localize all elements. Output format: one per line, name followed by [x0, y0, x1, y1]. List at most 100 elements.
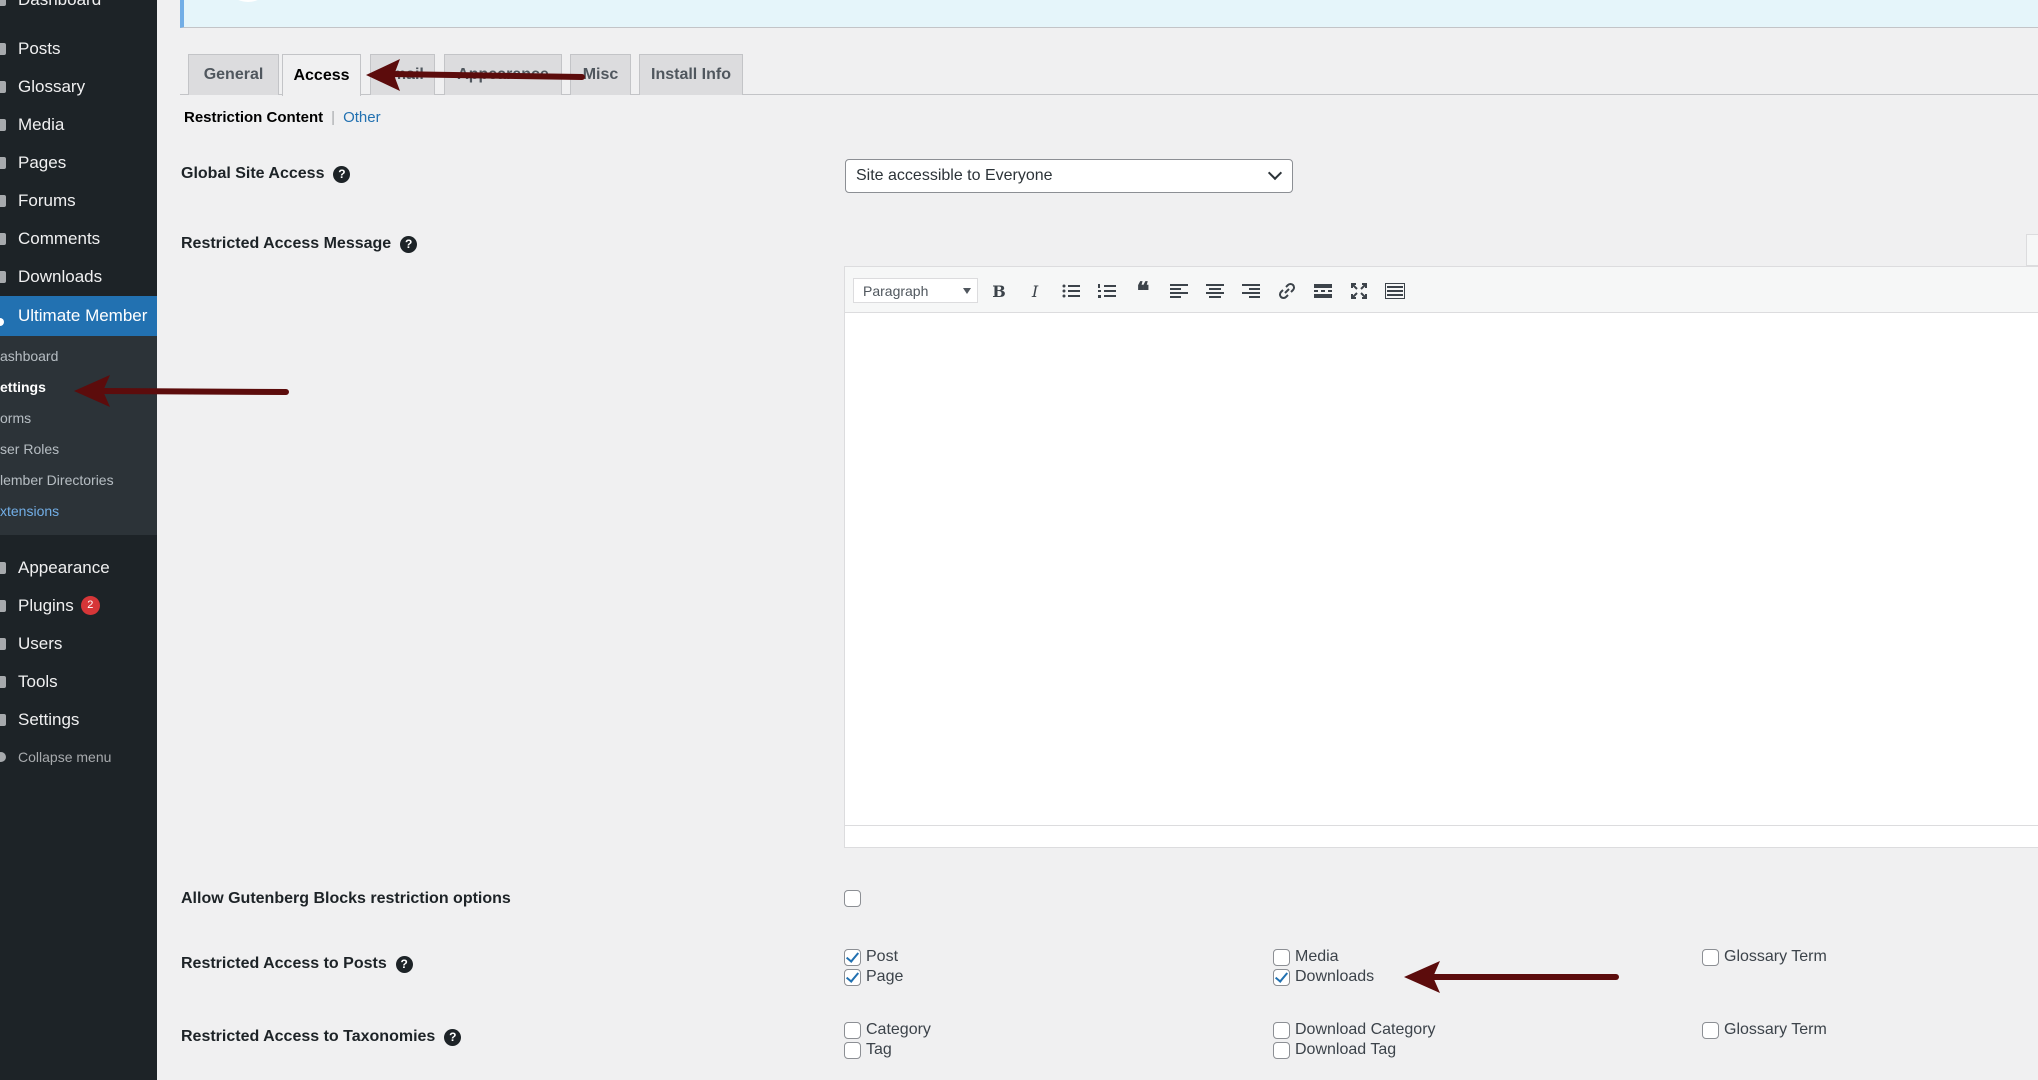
tab-misc[interactable]: Misc [570, 54, 631, 95]
checkbox-post[interactable] [844, 949, 861, 966]
label-text: Restricted Access to Posts [181, 955, 387, 972]
numbered-list-icon[interactable] [1093, 278, 1121, 304]
menu-label: Downloads [18, 267, 103, 286]
admin-sidebar: Dashboard Posts Glossary Media Pages For… [0, 0, 157, 1080]
section-subnav: Restriction Content | Other [184, 109, 381, 126]
checkbox-page-label: Page [866, 968, 904, 985]
help-icon[interactable]: ? [444, 1028, 462, 1046]
editor-content-area[interactable] [845, 313, 2038, 827]
bold-icon[interactable]: B [985, 278, 1013, 304]
align-left-icon[interactable] [1165, 278, 1193, 304]
downloads-icon [0, 271, 6, 283]
fullscreen-icon[interactable] [1345, 278, 1373, 304]
settings-tabs: General Access Email Appearance Misc Ins… [180, 54, 2038, 96]
format-value: Paragraph [863, 282, 929, 299]
menu-media[interactable]: Media [0, 106, 157, 144]
checkbox-download-category[interactable] [1273, 1022, 1290, 1039]
ultimate-member-submenu: ashboard ettings orms ser Roles lember D… [0, 336, 157, 535]
editor-toolbar: Paragraph B I ❝ [845, 267, 2038, 313]
subnav-other[interactable]: Other [343, 109, 381, 126]
label-text: Global Site Access [181, 165, 325, 182]
editor-mode-tab[interactable] [2026, 234, 2038, 266]
annotation-arrow-downloads [1404, 961, 1619, 993]
read-more-icon[interactable] [1309, 278, 1337, 304]
menu-label: Tools [18, 672, 58, 691]
submenu-member-directories[interactable]: lember Directories [0, 472, 114, 488]
update-count-badge: 2 [80, 596, 100, 615]
toolbar-toggle-icon[interactable] [1381, 278, 1409, 304]
menu-glossary[interactable]: Glossary [0, 68, 157, 106]
collapse-menu-button[interactable]: Collapse menu [0, 738, 157, 776]
checkbox-page[interactable] [844, 969, 861, 986]
checkbox-tag[interactable] [844, 1042, 861, 1059]
posts-icon [0, 43, 6, 55]
menu-posts[interactable]: Posts [0, 30, 157, 68]
plugins-icon [0, 600, 6, 612]
bullet-list-icon[interactable] [1057, 278, 1085, 304]
menu-label: Pages [18, 153, 67, 172]
help-icon[interactable]: ? [400, 235, 418, 253]
restricted-posts-label: Restricted Access to Posts? [181, 955, 413, 973]
help-icon[interactable]: ? [333, 165, 351, 183]
submenu-dashboard[interactable]: ashboard [0, 348, 58, 364]
ultimate-member-icon [0, 318, 4, 326]
menu-label: Posts [18, 39, 61, 58]
checkbox-downloads[interactable] [1273, 969, 1290, 986]
italic-icon[interactable]: I [1021, 278, 1049, 304]
checkbox-downloads-label: Downloads [1295, 968, 1375, 985]
menu-forums[interactable]: Forums [0, 182, 157, 220]
menu-label: Plugins 2 [18, 596, 100, 616]
editor-statusbar [845, 825, 2038, 847]
dashboard-icon [0, 0, 6, 6]
subnav-restriction-content[interactable]: Restriction Content [184, 109, 323, 126]
checkbox-glossary-term[interactable] [1702, 949, 1719, 966]
format-select[interactable]: Paragraph [853, 278, 978, 303]
link-icon[interactable] [1273, 278, 1301, 304]
menu-tools[interactable]: Tools [0, 663, 157, 701]
tab-access[interactable]: Access [282, 54, 361, 96]
menu-ultimate-member[interactable]: Ultimate Member [0, 296, 157, 336]
help-icon[interactable]: ? [395, 955, 413, 973]
restricted-message-editor: Paragraph B I ❝ [844, 266, 2038, 848]
blockquote-icon[interactable]: ❝ [1129, 278, 1157, 305]
restricted-taxonomies-label: Restricted Access to Taxonomies? [181, 1028, 462, 1046]
checkbox-glossary-term-label: Glossary Term [1724, 948, 1827, 965]
checkbox-download-tag-label: Download Tag [1295, 1041, 1397, 1058]
menu-plugins[interactable]: Plugins 2 [0, 587, 157, 625]
menu-settings[interactable]: Settings [0, 701, 157, 739]
checkbox-post-label: Post [866, 948, 899, 965]
media-icon [0, 119, 6, 131]
menu-appearance[interactable]: Appearance [0, 549, 157, 587]
align-center-icon[interactable] [1201, 278, 1229, 304]
select-value: Site accessible to Everyone [856, 167, 1053, 184]
global-site-access-select[interactable]: Site accessible to Everyone [845, 159, 1293, 193]
admin-notice [180, 0, 2038, 28]
tab-email[interactable]: Email [370, 54, 435, 95]
menu-users[interactable]: Users [0, 625, 157, 663]
menu-downloads[interactable]: Downloads [0, 258, 157, 296]
menu-label: Media [18, 115, 65, 134]
checkbox-download-tag[interactable] [1273, 1042, 1290, 1059]
menu-label: Settings [18, 710, 80, 729]
menu-label: Ultimate Member [18, 306, 148, 325]
pages-icon [0, 157, 6, 169]
collapse-icon [0, 752, 6, 762]
checkbox-media[interactable] [1273, 949, 1290, 966]
checkbox-category-label: Category [866, 1021, 931, 1038]
gutenberg-checkbox[interactable] [844, 890, 861, 907]
submenu-user-roles[interactable]: ser Roles [0, 441, 59, 457]
menu-comments[interactable]: Comments [0, 220, 157, 258]
checkbox-taxonomy-glossary-term[interactable] [1702, 1022, 1719, 1039]
chevron-down-icon [1267, 165, 1283, 181]
menu-label: Glossary [18, 77, 86, 96]
submenu-extensions[interactable]: xtensions [0, 503, 59, 519]
tab-appearance[interactable]: Appearance [444, 54, 562, 95]
menu-pages[interactable]: Pages [0, 144, 157, 182]
menu-dashboard[interactable]: Dashboard [0, 0, 157, 19]
checkbox-category[interactable] [844, 1022, 861, 1039]
align-right-icon[interactable] [1237, 278, 1265, 304]
tab-install-info[interactable]: Install Info [639, 54, 743, 95]
submenu-settings[interactable]: ettings [0, 379, 46, 395]
submenu-forms[interactable]: orms [0, 410, 31, 426]
tab-general[interactable]: General [188, 54, 279, 95]
